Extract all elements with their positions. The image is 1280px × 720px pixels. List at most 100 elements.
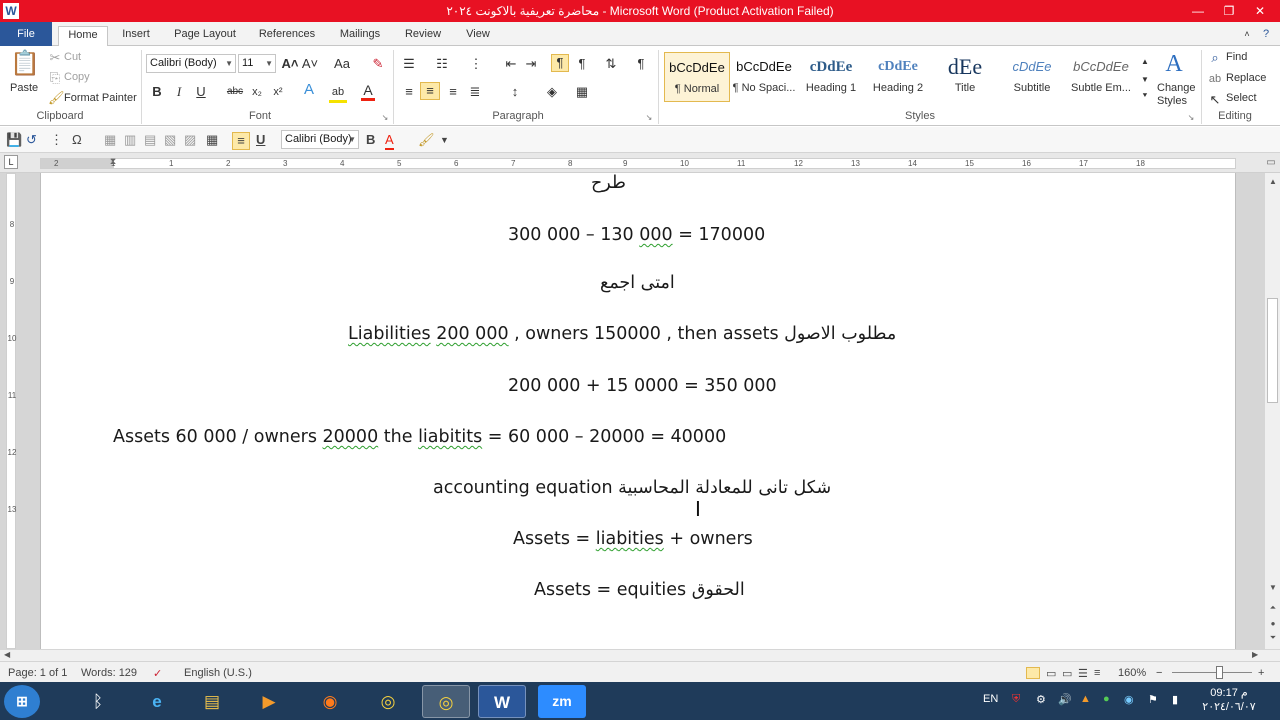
view-ruler-icon[interactable]: ▭ — [1264, 155, 1278, 171]
bluetooth-icon[interactable]: ᛒ — [74, 685, 122, 718]
italic-button[interactable]: I — [172, 84, 186, 100]
line-numbers-icon[interactable]: ⋮ — [50, 132, 63, 148]
table-grid-icon[interactable]: ▦ — [206, 132, 218, 148]
table-columns-icon[interactable]: ▥ — [124, 132, 136, 148]
close-button[interactable]: ✕ — [1245, 0, 1275, 22]
paste-icon[interactable]: 📋 — [10, 50, 40, 78]
select-icon[interactable]: ↖ — [1208, 92, 1222, 108]
tab-page-layout[interactable]: Page Layout — [168, 26, 242, 46]
change-styles-icon[interactable]: A — [1160, 50, 1188, 78]
indent-marker-icon[interactable]: ⧗ — [108, 153, 118, 169]
tab-file[interactable]: File — [0, 22, 52, 46]
styles-more-icon[interactable]: ⯆ — [1139, 88, 1151, 104]
replace-icon[interactable]: ab — [1208, 71, 1222, 87]
shading-icon[interactable]: ◈ — [543, 84, 561, 100]
multilevel-list-icon[interactable]: ⋮ — [468, 56, 484, 72]
qat-format-painter-icon[interactable]: 🖌 — [418, 132, 435, 148]
document-area[interactable]: 8 9 10 11 12 13 طرح 300 000 – 130 000 = … — [0, 173, 1264, 649]
style-heading-2[interactable]: cDdEe Heading 2 — [865, 52, 931, 102]
document-page[interactable]: طرح 300 000 – 130 000 = 170000 امتى اجمع… — [40, 173, 1236, 649]
tab-insert[interactable]: Insert — [114, 26, 158, 46]
style-subtle-emphasis[interactable]: bCcDdEe Subtle Em... — [1066, 52, 1136, 102]
select-button[interactable]: Select — [1226, 92, 1257, 104]
font-color-icon[interactable]: A — [361, 82, 375, 101]
paste-button[interactable]: Paste — [10, 82, 38, 94]
browse-object-icon[interactable]: ● — [1268, 619, 1278, 628]
print-layout-view-icon[interactable] — [1026, 667, 1040, 679]
bold-button[interactable]: B — [150, 84, 164, 100]
qat-bold-button[interactable]: B — [366, 132, 375, 148]
qat-font-combo[interactable]: Calibri (Body) ▼ — [281, 130, 359, 149]
horizontal-scrollbar[interactable]: ◀ ▶ — [0, 649, 1280, 661]
rtl-direction-icon[interactable]: ¶ — [574, 56, 590, 72]
format-painter-button[interactable]: Format Painter — [64, 92, 137, 104]
font-name-combo[interactable]: Calibri (Body) ▼ — [146, 54, 236, 73]
center-align-icon[interactable]: ≡ — [420, 82, 440, 100]
decrease-indent-icon[interactable]: ⇤ — [503, 56, 519, 72]
start-button[interactable]: ⊞ — [4, 685, 40, 718]
change-styles-button[interactable]: Change — [1157, 82, 1196, 94]
styles-dialog-launcher-icon[interactable]: ↘ — [1186, 110, 1196, 126]
proofing-icon[interactable]: ✓ — [153, 667, 162, 680]
maximize-button[interactable]: ❐ — [1214, 0, 1244, 22]
zoom-app-icon[interactable]: zm — [538, 685, 586, 718]
styles-scroll-down-icon[interactable]: ▼ — [1139, 72, 1151, 88]
subscript-button[interactable]: x₂ — [249, 84, 265, 100]
tab-home[interactable]: Home — [58, 26, 108, 47]
superscript-button[interactable]: x² — [270, 84, 286, 100]
table-split-icon[interactable]: ▨ — [184, 132, 196, 148]
tab-review[interactable]: Review — [398, 26, 448, 46]
tab-references[interactable]: References — [252, 26, 322, 46]
find-button[interactable]: Find — [1226, 51, 1247, 63]
signal-icon[interactable]: ▮ — [1172, 693, 1178, 706]
highlight-color-icon[interactable]: ab — [329, 84, 347, 103]
zoom-out-button[interactable]: − — [1156, 667, 1162, 679]
styles-scroll-up-icon[interactable]: ▲ — [1139, 54, 1151, 70]
next-page-icon[interactable]: ⏷ — [1268, 633, 1278, 643]
font-dialog-launcher-icon[interactable]: ↘ — [380, 110, 390, 126]
style-no-spacing[interactable]: bCcDdEe ¶ No Spaci... — [731, 52, 797, 102]
volume-icon[interactable]: 🔊 — [1058, 693, 1072, 706]
table-merge-icon[interactable]: ▧ — [164, 132, 176, 148]
borders-icon[interactable]: ▦ — [573, 84, 591, 100]
align-left-icon[interactable]: ≡ — [401, 84, 417, 100]
save-icon[interactable]: 💾 — [6, 132, 22, 148]
shrink-font-icon[interactable]: A˅ — [301, 56, 319, 72]
ribbon-minimize-icon[interactable]: ˄ — [1240, 26, 1254, 46]
scroll-thumb[interactable] — [1267, 298, 1278, 403]
vertical-ruler[interactable]: 8 9 10 11 12 13 — [6, 173, 16, 649]
tray-zoom-icon[interactable]: ◉ — [1124, 693, 1134, 706]
clear-formatting-icon[interactable]: ✎ — [370, 56, 386, 72]
zoom-slider-handle[interactable] — [1216, 666, 1223, 679]
tab-mailings[interactable]: Mailings — [332, 26, 388, 46]
change-styles-button-line2[interactable]: Styles — [1157, 95, 1187, 107]
text-effects-icon[interactable]: A — [301, 82, 317, 98]
numbering-icon[interactable]: ☷ — [434, 56, 450, 72]
cut-icon[interactable]: ✂ — [48, 50, 62, 66]
tray-app-icon[interactable]: ▲ — [1080, 693, 1091, 705]
font-size-combo[interactable]: 11 ▼ — [238, 54, 276, 73]
previous-page-icon[interactable]: ⏶ — [1268, 603, 1278, 613]
language-indicator[interactable]: English (U.S.) — [184, 667, 252, 679]
scroll-down-icon[interactable]: ▼ — [1268, 583, 1278, 592]
bullets-icon[interactable]: ☰ — [401, 56, 417, 72]
qat-center-align-icon[interactable]: ≡ — [232, 132, 250, 150]
tab-view[interactable]: View — [458, 26, 498, 46]
copy-icon[interactable]: ⎘ — [48, 70, 62, 86]
firefox-icon[interactable]: ◉ — [306, 685, 354, 718]
table-insert-icon[interactable]: ▦ — [104, 132, 116, 148]
zoom-slider[interactable] — [1172, 672, 1252, 673]
qat-underline-button[interactable]: U — [256, 132, 265, 148]
show-marks-icon[interactable]: ¶ — [633, 56, 649, 72]
style-subtitle[interactable]: cDdEe Subtitle — [999, 52, 1065, 102]
horizontal-ruler[interactable]: L 2 1 1 2 3 4 5 6 7 8 9 10 11 12 13 14 1… — [0, 153, 1280, 173]
table-rows-icon[interactable]: ▤ — [144, 132, 156, 148]
find-icon[interactable]: ⌕ — [1208, 50, 1222, 66]
media-player-icon[interactable]: ▶ — [245, 685, 293, 718]
file-explorer-icon[interactable]: ▤ — [188, 685, 236, 718]
word-count[interactable]: Words: 129 — [81, 667, 137, 679]
chrome-window-icon[interactable]: ◎ — [422, 685, 470, 718]
line-spacing-icon[interactable]: ↕ — [505, 84, 525, 100]
tray-antivirus-icon[interactable]: ⛨ — [1012, 693, 1020, 706]
tab-selector-icon[interactable]: L — [4, 155, 18, 169]
